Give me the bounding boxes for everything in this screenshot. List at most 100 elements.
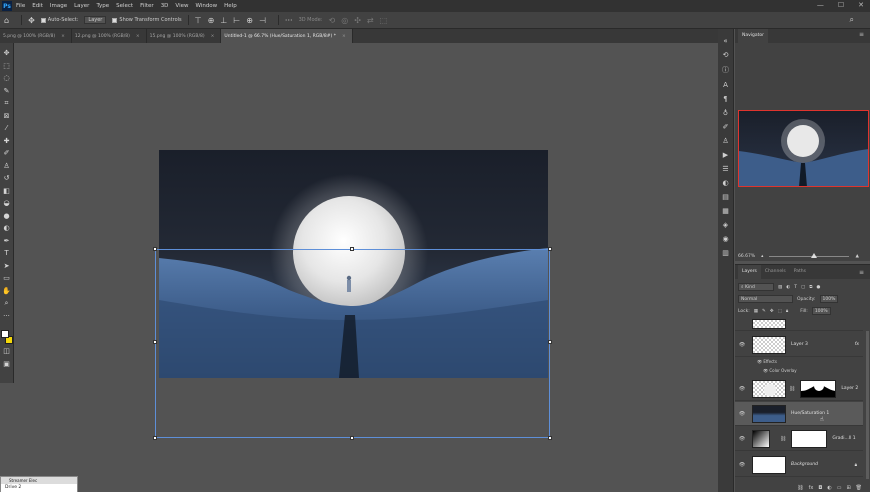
- layer-row-layer-3[interactable]: 👁︎ Layer 3 fx: [735, 333, 863, 357]
- history-icon[interactable]: ⟲: [723, 51, 729, 59]
- navigator-view-frame[interactable]: [738, 110, 869, 187]
- color-swatches[interactable]: [0, 330, 13, 344]
- blend-mode-dropdown[interactable]: Normal: [738, 295, 793, 303]
- tab-15-png[interactable]: 15.png @ 100% (RGB/8) ×: [147, 29, 222, 43]
- lock-pixels-icon[interactable]: ▦: [754, 309, 758, 314]
- menu-3d[interactable]: 3D: [161, 3, 169, 9]
- 3d-roll-icon[interactable]: ◎: [341, 16, 348, 25]
- floating-window-body[interactable]: Drive 2: [1, 484, 77, 492]
- lock-all-icon[interactable]: 🔒︎: [786, 308, 788, 314]
- align-top-icon[interactable]: ⊤: [195, 16, 202, 25]
- paint-bucket-tool-icon[interactable]: ◒: [3, 199, 9, 209]
- panel-menu-icon[interactable]: ≡: [859, 269, 864, 276]
- character-icon[interactable]: A: [723, 81, 728, 89]
- info-icon[interactable]: ⓘ: [722, 65, 729, 75]
- filter-pixel-icon[interactable]: ▨: [778, 285, 782, 290]
- zoom-value[interactable]: 66.67%: [738, 254, 755, 259]
- layer-row-background[interactable]: 👁︎ Background 🔒︎: [735, 453, 863, 477]
- menu-window[interactable]: Window: [195, 3, 217, 9]
- layer-mask-thumbnail[interactable]: [800, 379, 837, 398]
- close-icon[interactable]: ×: [342, 34, 346, 39]
- move-tool-icon[interactable]: ✥: [4, 49, 10, 59]
- layer-row-hue-saturation-1[interactable]: 👁︎ Hue/Saturation 1 ☝: [735, 402, 863, 426]
- tab-5-png[interactable]: 5.png @ 100% (RGB/8) ×: [0, 29, 72, 43]
- menu-help[interactable]: Help: [224, 3, 237, 9]
- lock-artboard-icon[interactable]: ⬚: [778, 309, 782, 314]
- healing-brush-tool-icon[interactable]: ✚: [4, 137, 10, 147]
- effects-row[interactable]: 👁︎ Effects: [757, 359, 777, 364]
- properties-icon[interactable]: ☰: [722, 165, 728, 173]
- transform-handle[interactable]: [153, 247, 157, 251]
- zoom-out-icon[interactable]: ▴: [761, 254, 763, 259]
- clone-stamp-tool-icon[interactable]: ♙: [3, 162, 9, 172]
- hand-tool-icon[interactable]: ✋: [2, 287, 11, 297]
- eraser-tool-icon[interactable]: ◧: [3, 187, 10, 197]
- tab-untitled-1[interactable]: Untitled-1 @ 66.7% (Hue/Saturation 1, RG…: [221, 29, 353, 43]
- filter-toggle-icon[interactable]: ●: [816, 285, 820, 290]
- transform-handle[interactable]: [153, 340, 157, 344]
- zoom-slider[interactable]: [769, 252, 850, 258]
- filter-smart-icon[interactable]: ⧉: [809, 284, 812, 290]
- 3d-pan-icon[interactable]: ✣: [354, 16, 361, 25]
- paragraph-icon[interactable]: ¶: [723, 95, 727, 103]
- tab-navigator[interactable]: Navigator: [738, 29, 769, 43]
- maximize-button[interactable]: ☐: [838, 1, 844, 9]
- path-selection-tool-icon[interactable]: ➤: [4, 262, 10, 272]
- layer-name[interactable]: Gradi...ll 1: [832, 436, 855, 441]
- lock-paint-icon[interactable]: ✎: [762, 309, 766, 314]
- canvas-area[interactable]: [15, 43, 718, 492]
- transform-handle[interactable]: [548, 340, 552, 344]
- menu-image[interactable]: Image: [50, 3, 67, 9]
- layer-row-gradient-fill-1[interactable]: 👁︎ ⛓ Gradi...ll 1: [735, 427, 863, 451]
- layer-mask-thumbnail[interactable]: [791, 429, 828, 448]
- screen-mode-icon[interactable]: ▣: [3, 360, 10, 370]
- styles-icon[interactable]: ◈: [723, 221, 728, 229]
- visibility-eye-icon[interactable]: 👁︎: [737, 386, 747, 392]
- transform-bounding-box[interactable]: [153, 247, 552, 440]
- close-icon[interactable]: ×: [136, 34, 140, 39]
- mask-link-icon[interactable]: ⛓: [780, 436, 786, 442]
- menu-view[interactable]: View: [175, 3, 188, 9]
- opacity-input[interactable]: 100%: [819, 295, 839, 303]
- panel-menu-icon[interactable]: ≡: [859, 31, 864, 38]
- visibility-eye-icon[interactable]: 👁︎: [737, 462, 747, 468]
- filter-adjust-icon[interactable]: ◐: [786, 285, 790, 290]
- marquee-tool-icon[interactable]: ⬚: [3, 62, 10, 72]
- move-tool-icon[interactable]: ✥: [28, 16, 35, 25]
- layer-name[interactable]: Background: [791, 462, 818, 467]
- tab-layers[interactable]: Layers: [738, 265, 761, 279]
- zoom-in-icon[interactable]: ▲: [855, 254, 858, 259]
- visibility-eye-icon[interactable]: 👁︎: [737, 411, 747, 417]
- floating-window[interactable]: Streamer Elec Drive 2: [0, 476, 78, 492]
- align-left-icon[interactable]: ⊢: [233, 16, 240, 25]
- adjustment-layer-icon[interactable]: ◐: [827, 485, 831, 491]
- collapse-icon[interactable]: «: [723, 37, 727, 45]
- lock-position-icon[interactable]: ✥: [770, 309, 774, 314]
- color-icon[interactable]: ◉: [722, 235, 728, 243]
- transform-handle[interactable]: [548, 247, 552, 251]
- align-bottom-icon[interactable]: ⊥: [220, 16, 227, 25]
- frame-tool-icon[interactable]: ⊠: [4, 112, 10, 122]
- foreground-color-swatch[interactable]: [0, 330, 9, 338]
- visibility-eye-icon[interactable]: 👁︎: [737, 436, 747, 442]
- close-icon[interactable]: ×: [61, 34, 65, 39]
- rectangle-tool-icon[interactable]: ▭: [3, 274, 10, 284]
- layer-name[interactable]: Layer 3: [791, 342, 808, 347]
- eyedropper-tool-icon[interactable]: ⁄: [6, 124, 7, 134]
- zoom-slider-knob[interactable]: [811, 252, 818, 258]
- menu-file[interactable]: File: [16, 3, 25, 9]
- align-center-icon[interactable]: ⊕: [246, 16, 253, 25]
- add-mask-icon[interactable]: ◘: [818, 485, 822, 491]
- align-middle-icon[interactable]: ⊕: [208, 16, 215, 25]
- layer-name[interactable]: Layer 2: [841, 386, 858, 391]
- layer-row-layer-2[interactable]: 👁︎ ⛓ Layer 2: [735, 377, 863, 401]
- color-overlay-row[interactable]: 👁︎ Color Overlay: [763, 368, 797, 373]
- menu-filter[interactable]: Filter: [140, 3, 154, 9]
- crop-tool-icon[interactable]: ⌗: [5, 99, 9, 109]
- brush-tool-icon[interactable]: ✐: [4, 149, 10, 159]
- layers-icon[interactable]: ▥: [722, 249, 729, 257]
- more-options-icon[interactable]: ···: [285, 16, 293, 25]
- menu-type[interactable]: Type: [96, 3, 109, 9]
- home-icon[interactable]: ⌂: [4, 16, 9, 25]
- brush-settings-icon[interactable]: ✐: [723, 123, 729, 131]
